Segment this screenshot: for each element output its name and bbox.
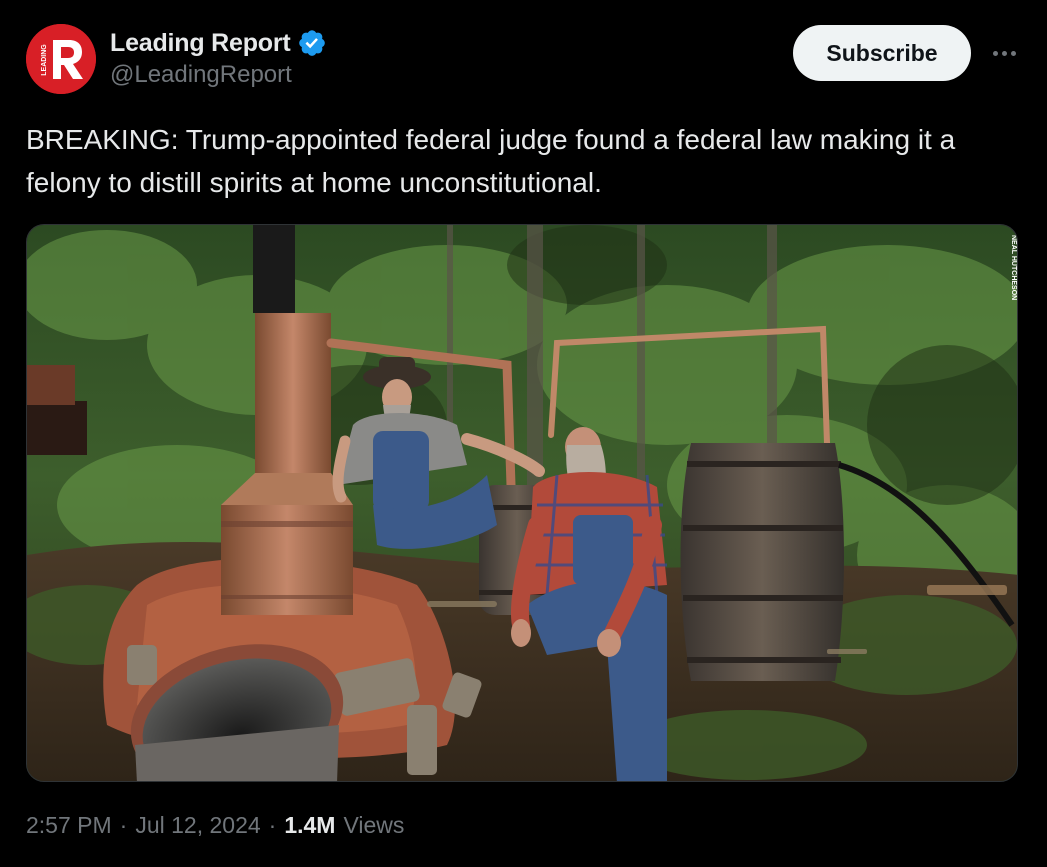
display-name-row: Leading Report bbox=[110, 26, 327, 60]
moonshine-still-photo: NEAL HUTCHESON bbox=[27, 225, 1017, 781]
verified-badge-icon bbox=[297, 28, 327, 58]
tweet-photo[interactable]: NEAL HUTCHESON bbox=[26, 224, 1018, 782]
subscribe-button[interactable]: Subscribe bbox=[793, 25, 971, 81]
avatar[interactable]: LEADING bbox=[26, 24, 96, 94]
tweet-date[interactable]: Jul 12, 2024 bbox=[135, 812, 260, 839]
photo-watermark: NEAL HUTCHESON bbox=[1010, 235, 1017, 300]
more-horizontal-icon[interactable] bbox=[987, 38, 1021, 68]
meta-separator: · bbox=[119, 812, 128, 838]
author-info: Leading Report @LeadingReport bbox=[110, 26, 327, 89]
tweet-header: LEADING Leading Report @LeadingReport Su… bbox=[26, 24, 1021, 96]
avatar-side-text: LEADING bbox=[41, 44, 48, 76]
tweet-time[interactable]: 2:57 PM bbox=[26, 812, 112, 839]
more-dot bbox=[1001, 50, 1007, 56]
meta-separator: · bbox=[268, 812, 277, 838]
tweet-meta: 2:57 PM · Jul 12, 2024 · 1.4M Views bbox=[26, 812, 404, 839]
views-count[interactable]: 1.4M bbox=[284, 812, 335, 839]
display-name[interactable]: Leading Report bbox=[110, 29, 291, 58]
leading-report-logo-icon: LEADING bbox=[26, 24, 96, 94]
handle[interactable]: @LeadingReport bbox=[110, 61, 327, 89]
tweet-card: LEADING Leading Report @LeadingReport Su… bbox=[0, 0, 1047, 867]
tweet-text: BREAKING: Trump-appointed federal judge … bbox=[26, 124, 956, 198]
views-label: Views bbox=[343, 812, 405, 838]
more-dot bbox=[992, 50, 998, 56]
more-dot bbox=[1010, 50, 1016, 56]
